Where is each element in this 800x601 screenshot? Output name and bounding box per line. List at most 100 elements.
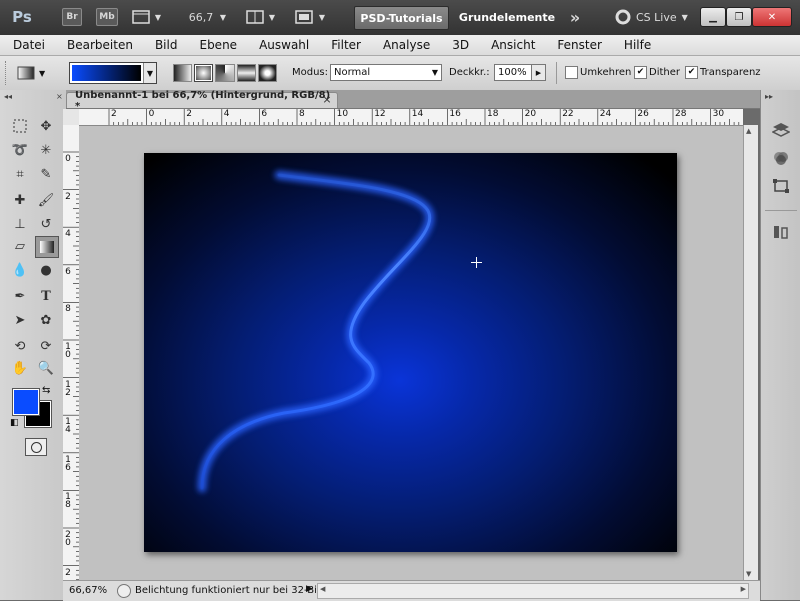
more-workspaces-icon[interactable]: »	[566, 8, 584, 27]
eraser-tool-icon[interactable]: ▱	[9, 236, 31, 256]
status-zoom[interactable]: 66,67%	[69, 585, 107, 596]
status-icon[interactable]	[117, 584, 131, 598]
path-selection-tool-icon[interactable]: ➤	[9, 310, 31, 330]
paths-panel-icon[interactable]	[769, 174, 793, 198]
default-colors-icon[interactable]: ◧	[10, 418, 19, 428]
quick-mask-button[interactable]	[25, 438, 47, 456]
ruler-top-label: 14	[411, 109, 424, 119]
hand-tool-icon[interactable]: ✋	[9, 358, 31, 378]
umkehren-checkbox[interactable]	[565, 66, 578, 79]
gradient-dropdown-icon[interactable]: ▼	[143, 63, 156, 83]
zoom-dropdown-icon[interactable]: ▼	[219, 8, 227, 26]
zoom-level[interactable]: 66,7	[188, 8, 214, 26]
screen-mode-icon[interactable]	[294, 8, 314, 26]
view-extras-icon[interactable]	[131, 8, 151, 26]
dither-checkbox[interactable]: ✔	[634, 66, 647, 79]
gradient-picker[interactable]: ▼	[69, 62, 157, 84]
view-extras-dropdown-icon[interactable]: ▼	[154, 8, 162, 26]
blur-tool-icon[interactable]: 💧	[9, 260, 31, 280]
scroll-up-icon[interactable]: ▲	[746, 127, 751, 135]
zoom-tool-icon[interactable]: 🔍	[35, 358, 57, 378]
ruler-top-label: 20	[524, 109, 537, 119]
brush-tool-icon[interactable]: 🖌	[35, 190, 57, 210]
minimize-button[interactable]: ▁	[700, 7, 726, 27]
lasso-tool-icon[interactable]: ➰	[9, 140, 31, 160]
crop-tool-icon[interactable]: ⌗	[9, 164, 31, 184]
tool-preset-picker[interactable]: ▼	[17, 63, 53, 83]
3d-rotate-tool-icon[interactable]: ⟲	[9, 336, 31, 356]
healing-brush-tool-icon[interactable]: ✚	[9, 190, 31, 210]
angle-gradient-button[interactable]	[215, 64, 235, 82]
dodge-tool-icon[interactable]: ●	[35, 260, 57, 280]
foreground-color-swatch[interactable]	[12, 388, 40, 416]
cs-live-button[interactable]: CS Live ▼	[615, 6, 688, 28]
magic-wand-tool-icon[interactable]: ✳	[35, 140, 57, 160]
horizontal-ruler[interactable]: 2 0 2 4 6 8 10 12 14 16 18 20 22 24 26 28 30	[79, 109, 743, 126]
radial-gradient-button[interactable]	[194, 64, 214, 82]
menu-bild[interactable]: Bild	[142, 38, 187, 52]
layers-panel-icon[interactable]	[769, 118, 793, 142]
screen-mode-dropdown-icon[interactable]: ▼	[318, 8, 326, 26]
close-toolbox-icon[interactable]: ×	[56, 92, 63, 101]
diamond-gradient-button[interactable]	[257, 64, 278, 82]
transparenz-checkbox[interactable]: ✔	[685, 66, 698, 79]
type-tool-icon[interactable]: T	[35, 286, 57, 306]
collapse-toolbox-icon[interactable]: ◂◂	[4, 92, 12, 101]
gradient-preview[interactable]	[72, 65, 141, 81]
horizontal-scrollbar[interactable]: ◀ ▶	[317, 583, 749, 599]
modus-select[interactable]: Normal ▼	[330, 64, 442, 81]
channels-panel-icon[interactable]	[769, 146, 793, 170]
menu-ansicht[interactable]: Ansicht	[478, 38, 544, 52]
eyedropper-tool-icon[interactable]: ✎	[35, 164, 57, 184]
light-streak	[197, 170, 435, 493]
custom-shape-tool-icon[interactable]: ✿	[35, 310, 57, 330]
document-tab[interactable]: Unbenannt-1 bei 66,7% (Hintergrund, RGB/…	[66, 90, 338, 112]
menu-ebene[interactable]: Ebene	[186, 38, 246, 52]
menu-hilfe[interactable]: Hilfe	[611, 38, 660, 52]
options-bar-grip[interactable]	[5, 61, 9, 85]
clone-stamp-tool-icon[interactable]: ⊥	[9, 214, 31, 234]
gradient-type-group	[173, 64, 278, 82]
workspace-psd-tutorials-button[interactable]: PSD-Tutorials	[354, 6, 449, 30]
menu-auswahl[interactable]: Auswahl	[246, 38, 318, 52]
workspace-grundelemente-button[interactable]: Grundelemente	[455, 6, 559, 28]
document-canvas[interactable]	[144, 153, 677, 552]
menu-3d[interactable]: 3D	[439, 38, 478, 52]
menu-analyse[interactable]: Analyse	[370, 38, 439, 52]
scroll-right-icon[interactable]: ▶	[741, 585, 746, 593]
pen-tool-icon[interactable]: ✒	[9, 286, 31, 306]
swap-colors-icon[interactable]: ⇆	[42, 385, 50, 396]
menu-datei[interactable]: Datei	[0, 38, 54, 52]
panel-dock: ▸▸	[760, 90, 800, 600]
gradient-tool-icon[interactable]	[35, 236, 59, 258]
status-menu-icon[interactable]: ▶	[306, 584, 313, 594]
menu-bearbeiten[interactable]: Bearbeiten	[54, 38, 142, 52]
linear-gradient-button[interactable]	[173, 64, 193, 82]
reflected-gradient-button[interactable]	[236, 64, 256, 82]
menu-fenster[interactable]: Fenster	[544, 38, 611, 52]
3d-orbit-tool-icon[interactable]: ⟳	[35, 336, 57, 356]
vertical-scrollbar[interactable]: ▲ ▼	[743, 125, 758, 580]
deckkraft-input[interactable]: 100%	[494, 64, 535, 81]
arrange-documents-icon[interactable]	[245, 8, 265, 26]
document-close-icon[interactable]: ×	[320, 93, 334, 106]
bridge-button[interactable]: Br	[62, 8, 82, 26]
adjustments-panel-icon[interactable]	[769, 220, 793, 244]
scroll-left-icon[interactable]: ◀	[320, 585, 325, 593]
vertical-ruler[interactable]: 0 2 4 6 8 10 12 14 16 18 20 2	[63, 125, 80, 581]
menu-filter[interactable]: Filter	[318, 38, 370, 52]
deckkraft-slider-button[interactable]: ▶	[531, 64, 546, 81]
ruler-origin[interactable]	[63, 109, 80, 126]
move-tool-icon[interactable]: ✥	[35, 116, 57, 136]
marquee-tool-icon[interactable]	[9, 116, 31, 136]
expand-panels-icon[interactable]: ▸▸	[765, 92, 773, 101]
close-window-button[interactable]: ✕	[752, 7, 792, 27]
ruler-top-label: 28	[675, 109, 687, 119]
mini-bridge-button[interactable]: Mb	[96, 8, 118, 26]
ruler-top-label: 26	[637, 109, 649, 119]
ruler-top-label: 2	[186, 109, 192, 119]
history-brush-tool-icon[interactable]: ↺	[35, 214, 57, 234]
arrange-dropdown-icon[interactable]: ▼	[268, 8, 276, 26]
restore-button[interactable]: ❐	[726, 7, 752, 27]
scroll-down-icon[interactable]: ▼	[746, 570, 751, 578]
